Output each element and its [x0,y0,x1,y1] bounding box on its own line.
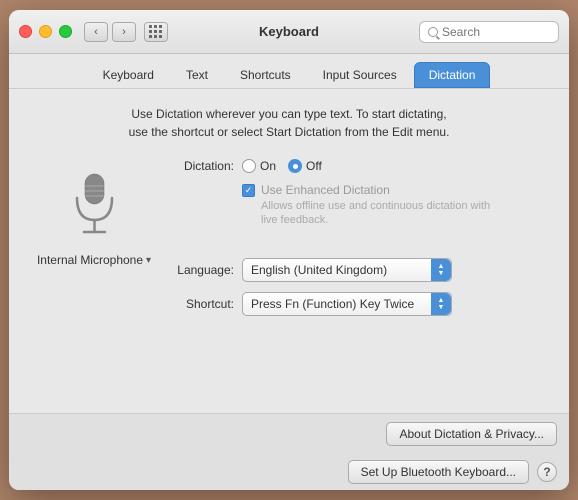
back-button[interactable]: ‹ [84,22,108,42]
help-button[interactable]: ? [537,462,557,482]
radio-off[interactable]: Off [288,159,322,173]
radio-off-label: Off [306,159,322,173]
language-stepper[interactable]: ▲ ▼ [431,259,451,281]
radio-off-circle[interactable] [288,159,302,173]
language-select[interactable]: English (United Kingdom) ▲ ▼ [242,258,452,282]
language-value: English (United Kingdom) [251,263,387,277]
shortcut-label: Shortcut: [159,297,234,311]
traffic-lights [19,25,72,38]
radio-on-label: On [260,159,276,173]
language-row: Language: English (United Kingdom) ▲ ▼ [159,258,549,282]
maximize-button[interactable] [59,25,72,38]
enhanced-text: Use Enhanced Dictation Allows offline us… [261,183,490,228]
bluetooth-keyboard-button[interactable]: Set Up Bluetooth Keyboard... [348,460,529,484]
mic-label-text: Internal Microphone [37,253,143,267]
bottom-bar-bluetooth: Set Up Bluetooth Keyboard... ? [9,454,569,490]
shortcut-row: Shortcut: Press Fn (Function) Key Twice … [159,292,549,316]
shortcut-select-wrapper: Press Fn (Function) Key Twice ▲ ▼ [242,292,452,316]
enhanced-title: Use Enhanced Dictation [261,183,490,197]
titlebar: ‹ › Keyboard [9,10,569,54]
language-label: Language: [159,263,234,277]
mic-label[interactable]: Internal Microphone ▾ [37,253,151,267]
keyboard-window: ‹ › Keyboard Keyboard Text Shortcuts Inp… [9,10,569,490]
enhanced-row: Use Enhanced Dictation Allows offline us… [242,183,549,228]
tab-text[interactable]: Text [171,62,223,88]
main-area: Internal Microphone ▾ Dictation: On [29,155,549,397]
search-input[interactable] [442,25,550,39]
dictation-label: Dictation: [159,159,234,173]
shortcut-stepper-down-icon: ▼ [438,304,445,311]
tab-keyboard[interactable]: Keyboard [88,62,169,88]
description-text: Use Dictation wherever you can type text… [29,105,549,141]
grid-icon [149,25,163,39]
radio-on-circle[interactable] [242,159,256,173]
enhanced-checkbox[interactable] [242,184,255,197]
about-privacy-button[interactable]: About Dictation & Privacy... [386,422,557,446]
content-area: Use Dictation wherever you can type text… [9,89,569,413]
nav-buttons: ‹ › [84,22,136,42]
tab-bar: Keyboard Text Shortcuts Input Sources Di… [9,54,569,89]
shortcut-value: Press Fn (Function) Key Twice [251,297,414,311]
radio-group: On Off [242,159,322,173]
shortcut-stepper-up-icon: ▲ [438,297,445,304]
microphone-icon [64,165,124,245]
settings-area: Dictation: On Off [159,155,549,397]
close-button[interactable] [19,25,32,38]
window-title: Keyboard [259,24,319,39]
search-box[interactable] [419,21,559,43]
grid-button[interactable] [144,22,168,42]
bottom-bar-privacy: About Dictation & Privacy... [9,413,569,454]
enhanced-subtitle: Allows offline use and continuous dictat… [261,199,490,228]
search-icon [428,27,438,37]
language-select-wrapper: English (United Kingdom) ▲ ▼ [242,258,452,282]
tab-dictation[interactable]: Dictation [414,62,491,88]
shortcut-stepper[interactable]: ▲ ▼ [431,293,451,315]
dictation-row: Dictation: On Off [159,159,549,173]
forward-button[interactable]: › [112,22,136,42]
tab-input-sources[interactable]: Input Sources [308,62,412,88]
stepper-down-icon: ▼ [438,270,445,277]
tab-shortcuts[interactable]: Shortcuts [225,62,306,88]
shortcut-select[interactable]: Press Fn (Function) Key Twice ▲ ▼ [242,292,452,316]
stepper-up-icon: ▲ [438,263,445,270]
mic-area: Internal Microphone ▾ [29,155,159,397]
radio-on[interactable]: On [242,159,276,173]
minimize-button[interactable] [39,25,52,38]
mic-dropdown-arrow: ▾ [146,255,151,266]
